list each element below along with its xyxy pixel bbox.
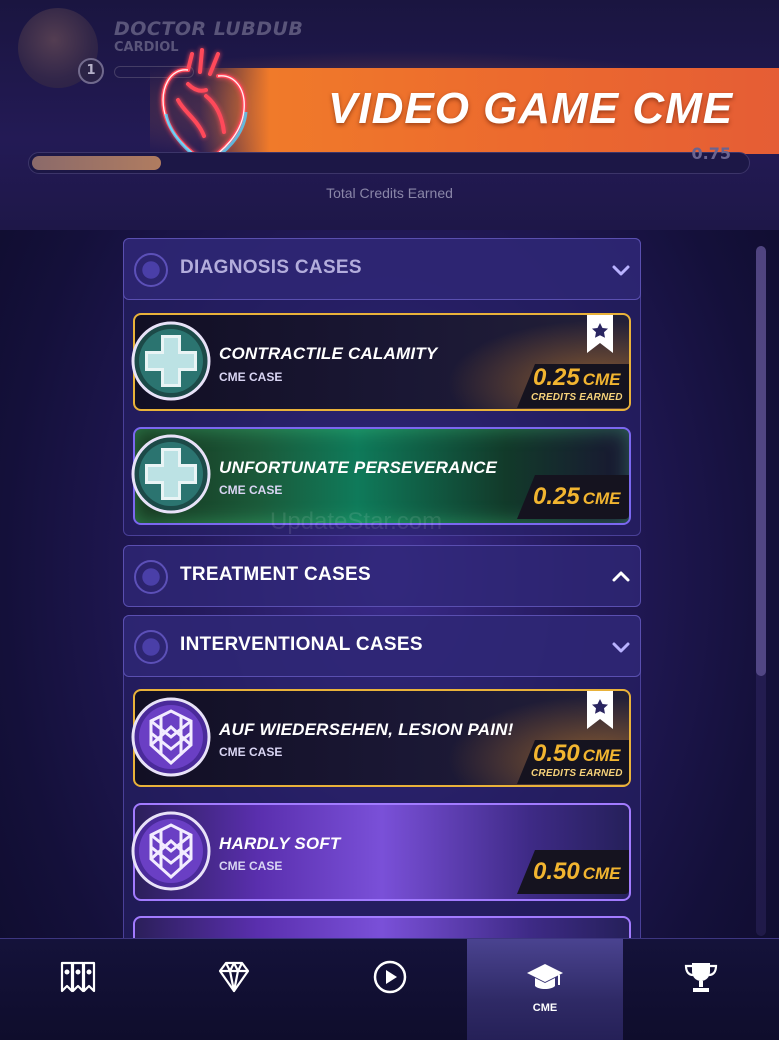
case-type: CME CASE (219, 859, 283, 873)
nav-play[interactable] (312, 939, 468, 1040)
bottom-nav: CME (0, 938, 779, 1040)
credits-earned-label: CREDITS EARNED (531, 768, 623, 779)
credits-total: 0.75 (691, 144, 731, 163)
credits-earned-label: CREDITS EARNED (531, 392, 623, 403)
credits-progress-fill (32, 156, 161, 170)
diamond-icon (218, 961, 250, 993)
case-type: CME CASE (219, 370, 283, 384)
bookmark-star-icon (587, 691, 613, 729)
case-name: HARDLY SOFT (219, 834, 341, 853)
heart-icon (161, 48, 248, 166)
bookmark-star-icon (587, 315, 613, 353)
chevron-up-icon[interactable] (610, 566, 632, 588)
page-title: VIDEO GAME CME (328, 84, 734, 133)
nav-label: CME (532, 1002, 558, 1014)
graduation-cap-icon (527, 964, 563, 989)
case-name: AUF WIEDERSEHEN, LESION PAIN! (219, 720, 514, 739)
nav-gems[interactable] (156, 939, 312, 1040)
credit-amount: 0.50 CME (533, 858, 621, 885)
level-badge: 1 (78, 58, 104, 84)
credit-amount: 0.50 CME (533, 740, 621, 767)
section-treatment[interactable]: TREATMENT CASES (123, 545, 641, 607)
stent-mesh-icon (131, 811, 211, 891)
chevron-down-icon[interactable] (610, 259, 632, 281)
stent-mesh-icon (131, 697, 211, 777)
medical-cross-icon (131, 434, 211, 514)
nav-cme[interactable]: CME (467, 939, 623, 1040)
case-type: CME CASE (219, 483, 283, 497)
chevron-down-icon[interactable] (610, 636, 632, 658)
case-name: CONTRACTILE CALAMITY (219, 344, 438, 363)
play-icon (373, 960, 407, 994)
section-interventional[interactable]: INTERVENTIONAL CASES (123, 615, 641, 677)
section-radio (134, 560, 168, 594)
scrollbar-thumb[interactable] (756, 246, 766, 676)
watermark: UpdateStar.com (270, 508, 443, 535)
credits-label: Total Credits Earned (326, 185, 453, 201)
section-diagnosis[interactable]: DIAGNOSIS CASES (123, 238, 641, 300)
credits-progress-bar (28, 152, 750, 174)
credit-amount: 0.25 CME (533, 364, 621, 391)
section-title: DIAGNOSIS CASES (180, 257, 362, 278)
trophy-icon (684, 963, 718, 992)
profile-name: DOCTOR LUBDUB (114, 18, 304, 40)
credit-amount: 0.25 CME (533, 483, 621, 510)
case-name: UNFORTUNATE PERSEVERANCE (219, 458, 498, 477)
nav-badges[interactable] (0, 939, 156, 1040)
header: 1 DOCTOR LUBDUB CARDIOL VIDEO GAME CME 0… (0, 0, 779, 230)
medical-cross-icon (131, 321, 211, 401)
nav-trophy[interactable] (623, 939, 779, 1040)
section-radio (134, 630, 168, 664)
section-title: TREATMENT CASES (180, 564, 371, 585)
section-title: INTERVENTIONAL CASES (180, 634, 423, 655)
section-radio (134, 253, 168, 287)
badges-icon (60, 961, 96, 993)
case-type: CME CASE (219, 745, 283, 759)
